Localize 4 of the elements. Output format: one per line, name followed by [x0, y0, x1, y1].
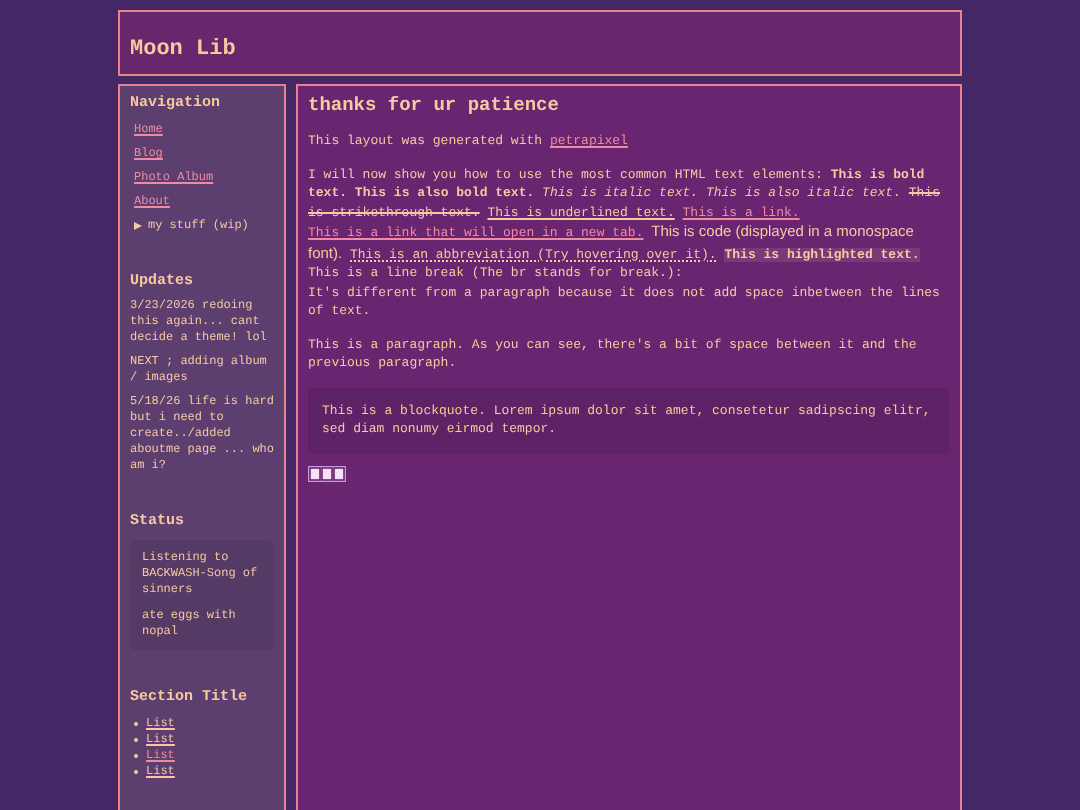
pixel-button-icon — [308, 465, 346, 481]
site-title: Moon Lib — [130, 40, 236, 62]
page-heading: thanks for ur patience — [308, 94, 561, 118]
disclosure-icon — [134, 222, 142, 230]
